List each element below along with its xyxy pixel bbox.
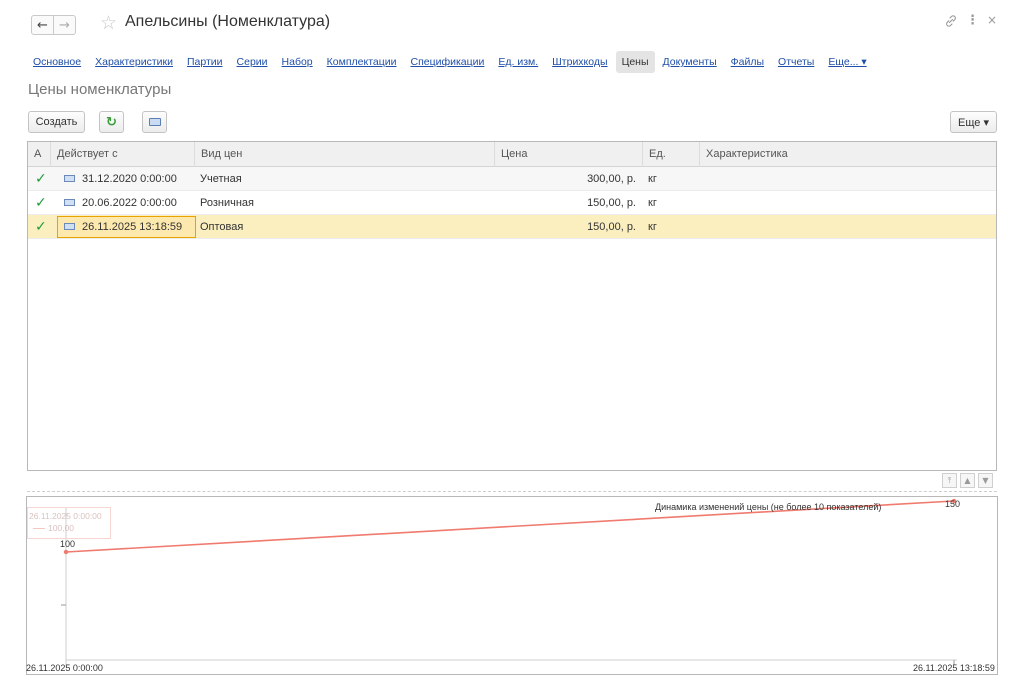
table-row-selected[interactable]: ✓ 26.11.2025 13:18:59 Оптовая 150,00, р.… (28, 215, 996, 239)
tab-batches[interactable]: Партии (187, 56, 223, 68)
column-header-price[interactable]: Цена (494, 142, 642, 167)
active-check-icon: ✓ (35, 171, 47, 187)
data-label-first: 100 (60, 539, 76, 549)
unit-cell: кг (648, 197, 657, 209)
data-label-last: 150 (945, 499, 961, 509)
tab-files[interactable]: Файлы (731, 56, 764, 68)
document-icon (64, 198, 75, 206)
x-tick-label-end: 26.11.2025 13:18:59 (913, 663, 995, 673)
unit-cell: кг (648, 221, 657, 233)
price-type-cell: Оптовая (200, 221, 244, 233)
price-cell: 150,00, р. (587, 221, 636, 233)
tab-barcodes[interactable]: Штрихкоды (552, 56, 607, 68)
scroll-up-button[interactable]: ▲ (960, 473, 975, 488)
scroll-top-icon: ⤒ (947, 475, 952, 485)
table-header: А Действует с Вид цен Цена Ед. Характери… (28, 142, 996, 167)
forward-button[interactable]: → (53, 15, 76, 35)
table-row[interactable]: ✓ 20.06.2022 0:00:00 Розничная 150,00, р… (28, 191, 996, 215)
column-header-date[interactable]: Действует с (50, 142, 194, 167)
link-icon[interactable] (944, 14, 958, 32)
star-icon[interactable]: ☆ (100, 12, 117, 34)
document-icon (64, 222, 75, 230)
scroll-up-icon: ▲ (964, 476, 971, 485)
price-type-cell: Учетная (200, 173, 242, 185)
card-view-button[interactable] (142, 111, 167, 133)
tooltip-date: 26.11.2025 0:00:00 (29, 511, 102, 521)
tab-bar: Основное Характеристики Партии Серии Наб… (33, 51, 881, 73)
column-header-price-type[interactable]: Вид цен (194, 142, 494, 167)
splitter[interactable] (27, 491, 997, 492)
tab-characteristics[interactable]: Характеристики (95, 56, 173, 68)
tab-units[interactable]: Ед. изм. (498, 56, 538, 68)
x-tick-label-start: 26.11.2025 0:00:00 (26, 663, 103, 673)
card-icon (148, 118, 161, 126)
price-cell: 150,00, р. (587, 197, 636, 209)
column-header-characteristic[interactable]: Характеристика (699, 142, 996, 167)
scroll-top-button[interactable]: ⤒ (942, 473, 957, 488)
price-cell: 300,00, р. (587, 173, 636, 185)
column-header-unit[interactable]: Ед. (642, 142, 699, 167)
forward-arrow-icon: → (59, 17, 70, 33)
back-button[interactable]: ← (31, 15, 54, 35)
tab-more[interactable]: Еще... ▾ (828, 56, 866, 68)
tab-kits[interactable]: Комплектации (327, 56, 397, 68)
refresh-button[interactable]: ↻ (99, 111, 124, 133)
date-cell: 20.06.2022 0:00:00 (82, 197, 177, 209)
section-title: Цены номенклатуры (28, 81, 172, 98)
close-icon[interactable]: × (987, 13, 997, 27)
tab-set[interactable]: Набор (282, 56, 313, 68)
tab-reports[interactable]: Отчеты (778, 56, 814, 68)
tooltip-value: 100,00 (29, 522, 109, 534)
back-arrow-icon: ← (37, 17, 48, 33)
date-cell: 31.12.2020 0:00:00 (82, 173, 177, 185)
chart-canvas (61, 498, 957, 667)
active-check-icon: ✓ (35, 195, 47, 211)
create-button[interactable]: Создать (28, 111, 85, 133)
more-button[interactable]: Еще ▾ (950, 111, 997, 133)
tab-prices[interactable]: Цены (615, 51, 655, 73)
tab-documents[interactable]: Документы (663, 56, 717, 68)
table-row[interactable]: ✓ 31.12.2020 0:00:00 Учетная 300,00, р. … (28, 167, 996, 191)
tab-series[interactable]: Серии (237, 56, 268, 68)
scroll-down-icon: ▼ (982, 476, 989, 485)
tab-basic[interactable]: Основное (33, 56, 81, 68)
prices-table[interactable]: А Действует с Вид цен Цена Ед. Характери… (27, 141, 997, 471)
chart-tooltip-ghost: 26.11.2025 0:00:00 100,00 (27, 507, 111, 539)
more-vertical-icon[interactable]: ⋮ (966, 13, 979, 28)
scroll-down-button[interactable]: ▼ (978, 473, 993, 488)
tab-specifications[interactable]: Спецификации (410, 56, 484, 68)
active-check-icon: ✓ (35, 219, 47, 235)
refresh-icon: ↻ (106, 114, 117, 130)
date-cell: 26.11.2025 13:18:59 (82, 221, 183, 233)
chart-title: Динамика изменений цены (не более 10 пок… (655, 502, 882, 512)
document-icon (64, 174, 75, 182)
column-header-active[interactable]: А (28, 142, 50, 167)
unit-cell: кг (648, 173, 657, 185)
date-cell-focused[interactable]: 26.11.2025 13:18:59 (57, 216, 196, 238)
price-point[interactable] (63, 549, 69, 555)
price-type-cell: Розничная (200, 197, 254, 209)
price-dynamics-chart: 26.11.2025 0:00:00 100,00 Динамика измен… (26, 496, 998, 675)
window-title: Апельсины (Номенклатура) (125, 13, 331, 30)
